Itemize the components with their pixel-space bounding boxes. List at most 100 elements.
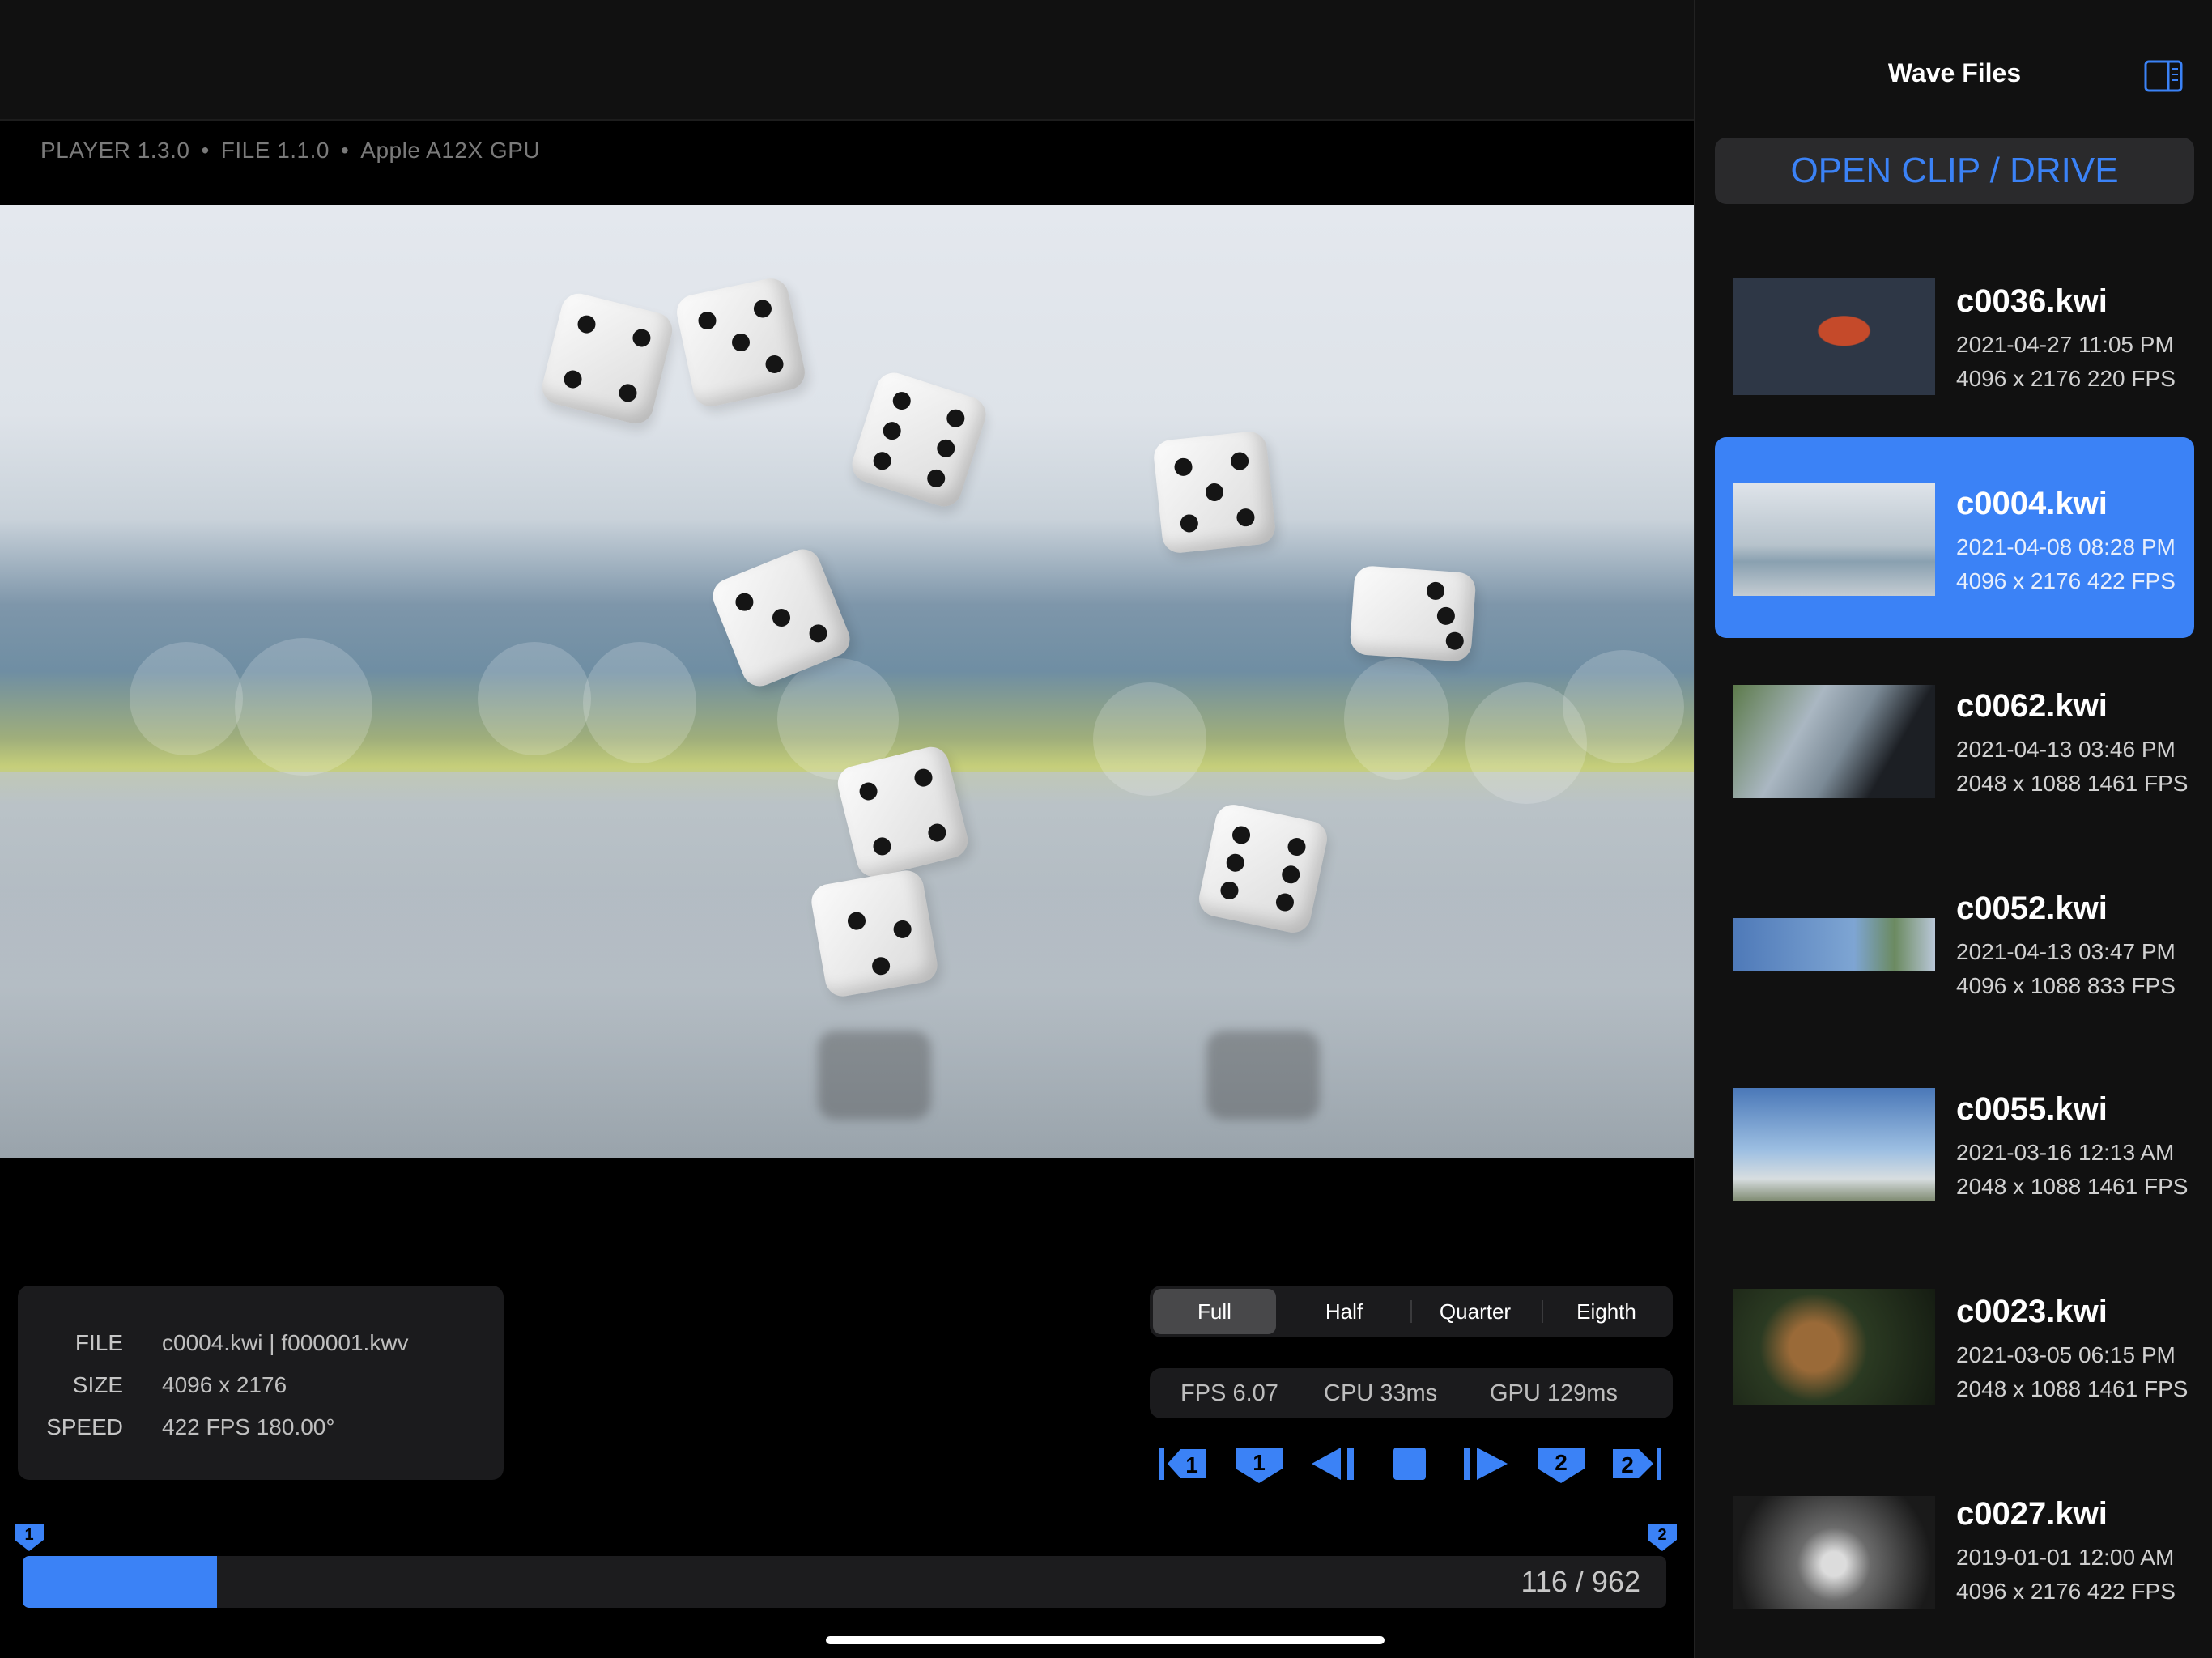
open-clip-drive-button[interactable]: OPEN CLIP / DRIVE — [1715, 138, 2194, 204]
go-to-marker-2-button[interactable]: 2 — [1608, 1439, 1665, 1488]
die-reflection — [818, 1031, 931, 1120]
bokeh-light — [1563, 650, 1684, 763]
clip-name: c0036.kwi — [1956, 283, 2108, 319]
clip-meta: 2048 x 1088 1461 FPS — [1956, 1174, 2189, 1199]
clip-date: 2021-04-13 03:47 PM — [1956, 939, 2176, 964]
marker-1-number: 1 — [1253, 1450, 1266, 1475]
clip-date: 2021-04-08 08:28 PM — [1956, 534, 2176, 559]
step-back-icon — [1312, 1448, 1354, 1480]
set-marker-1-icon: 1 — [1236, 1448, 1283, 1483]
clip-item-c0055[interactable]: c0055.kwi 2021-03-16 12:13 AM 2048 x 108… — [1715, 1043, 2194, 1244]
marker-2-number: 2 — [1621, 1452, 1634, 1477]
clip-date: 2021-04-27 11:05 PM — [1956, 332, 2174, 357]
resolution-quarter[interactable]: Quarter — [1414, 1289, 1537, 1334]
clip-item-c0052[interactable]: c0052.kwi 2021-04-13 03:47 PM 4096 x 108… — [1715, 842, 2194, 1043]
clip-item-c0023[interactable]: c0023.kwi 2021-03-05 06:15 PM 2048 x 108… — [1715, 1245, 2194, 1446]
sidebar-toggle-button[interactable] — [2144, 60, 2183, 92]
stop-icon — [1393, 1448, 1426, 1480]
clip-date: 2021-04-13 03:46 PM — [1956, 737, 2176, 762]
file-label: FILE — [74, 1330, 123, 1355]
set-marker-1-button[interactable]: 1 — [1231, 1439, 1287, 1488]
marker-2-number: 2 — [1555, 1450, 1568, 1475]
gpu-name: Apple A12X GPU — [360, 138, 541, 163]
die — [1195, 801, 1331, 937]
separator-dot: • — [340, 138, 350, 163]
die-reflection — [1206, 1031, 1320, 1120]
die — [1349, 564, 1477, 663]
timeline-marker-1[interactable]: 1 — [13, 1522, 45, 1554]
stop-button[interactable] — [1382, 1439, 1439, 1488]
timeline-progress-fill — [23, 1556, 217, 1608]
home-indicator[interactable] — [826, 1636, 1385, 1644]
clip-thumbnail — [1733, 483, 1935, 596]
version-info: PLAYER 1.3.0 • FILE 1.1.0 • Apple A12X GPU — [40, 138, 540, 164]
fps-stat: FPS 6.07 — [1180, 1380, 1278, 1406]
clip-name: c0027.kwi — [1956, 1496, 2108, 1532]
step-forward-button[interactable] — [1457, 1439, 1514, 1488]
speed-value: 422 FPS 180.00° — [162, 1414, 335, 1439]
size-value: 4096 x 2176 — [162, 1372, 287, 1397]
go-to-marker-2-icon: 2 — [1613, 1448, 1661, 1480]
clip-name: c0062.kwi — [1956, 688, 2108, 724]
die — [1152, 430, 1277, 555]
marker-2-icon: 2 — [1648, 1524, 1677, 1551]
marker-2-number: 2 — [1657, 1526, 1666, 1544]
go-to-marker-1-icon: 1 — [1159, 1448, 1206, 1480]
die — [847, 368, 991, 512]
die — [808, 867, 941, 1000]
clip-date: 2019-01-01 12:00 AM — [1956, 1545, 2175, 1570]
marker-1-number: 1 — [24, 1526, 33, 1544]
clip-date: 2021-03-16 12:13 AM — [1956, 1140, 2175, 1165]
clip-thumbnail — [1733, 1496, 1935, 1609]
clip-item-c0004[interactable]: c0004.kwi 2021-04-08 08:28 PM 4096 x 217… — [1715, 437, 2194, 638]
bokeh-light — [1093, 682, 1206, 796]
go-to-marker-1-button[interactable]: 1 — [1156, 1439, 1213, 1488]
cpu-stat: CPU 33ms — [1324, 1380, 1438, 1406]
file-version: FILE 1.1.0 — [220, 138, 330, 163]
bokeh-light — [130, 642, 243, 755]
file-sidebar: Wave Files OPEN CLIP / DRIVE c0036.kwi 2… — [1694, 0, 2212, 1658]
timeline-marker-2[interactable]: 2 — [1646, 1522, 1678, 1554]
clip-meta: 2048 x 1088 1461 FPS — [1956, 1376, 2189, 1401]
top-bar — [0, 0, 1694, 121]
step-back-button[interactable] — [1305, 1439, 1362, 1488]
segment-divider — [1542, 1300, 1543, 1323]
clip-item-c0027[interactable]: c0027.kwi 2019-01-01 12:00 AM 4096 x 217… — [1715, 1448, 2194, 1648]
clip-name: c0055.kwi — [1956, 1091, 2108, 1127]
sidebar-toggle-icon — [2144, 60, 2183, 92]
clip-name: c0023.kwi — [1956, 1294, 2108, 1329]
resolution-eighth[interactable]: Eighth — [1545, 1289, 1668, 1334]
clip-item-c0062[interactable]: c0062.kwi 2021-04-13 03:46 PM 2048 x 108… — [1715, 640, 2194, 840]
speed-label: SPEED — [46, 1414, 123, 1439]
clip-date: 2021-03-05 06:15 PM — [1956, 1342, 2176, 1367]
performance-stats: FPS 6.07 CPU 33ms GPU 129ms — [1150, 1368, 1673, 1418]
segment-divider — [1410, 1300, 1412, 1323]
clip-meta: 4096 x 2176 422 FPS — [1956, 568, 2176, 593]
timeline-scrubber[interactable]: 116 / 962 — [23, 1556, 1666, 1608]
player-version: PLAYER 1.3.0 — [40, 138, 190, 163]
resolution-half[interactable]: Half — [1283, 1289, 1406, 1334]
set-marker-2-button[interactable]: 2 — [1533, 1439, 1589, 1488]
step-forward-icon — [1464, 1448, 1508, 1480]
die — [538, 290, 676, 427]
clip-meta: 4096 x 2176 422 FPS — [1956, 1579, 2176, 1604]
gpu-stat: GPU 129ms — [1490, 1380, 1618, 1406]
sidebar-title: Wave Files — [1887, 58, 2022, 87]
frame-counter: 116 / 962 — [1521, 1565, 1640, 1598]
clip-thumbnail — [1733, 278, 1935, 395]
clip-name: c0052.kwi — [1956, 891, 2108, 926]
bokeh-light — [583, 642, 696, 763]
size-label: SIZE — [72, 1372, 123, 1397]
set-marker-2-icon: 2 — [1538, 1448, 1585, 1483]
clip-thumbnail — [1733, 1289, 1935, 1405]
separator-dot: • — [201, 138, 210, 163]
clip-thumbnail — [1733, 1088, 1935, 1201]
video-viewer[interactable] — [0, 205, 1694, 1158]
clip-thumbnail — [1733, 685, 1935, 798]
clip-meta: 4096 x 1088 833 FPS — [1956, 973, 2176, 998]
file-info-panel: FILE c0004.kwi | f000001.kwv SIZE 4096 x… — [18, 1286, 504, 1480]
marker-1-icon: 1 — [15, 1524, 44, 1551]
clip-item-c0036[interactable]: c0036.kwi 2021-04-27 11:05 PM 4096 x 217… — [1715, 235, 2194, 436]
clip-name: c0004.kwi — [1956, 486, 2108, 521]
resolution-full[interactable]: Full — [1153, 1289, 1276, 1334]
